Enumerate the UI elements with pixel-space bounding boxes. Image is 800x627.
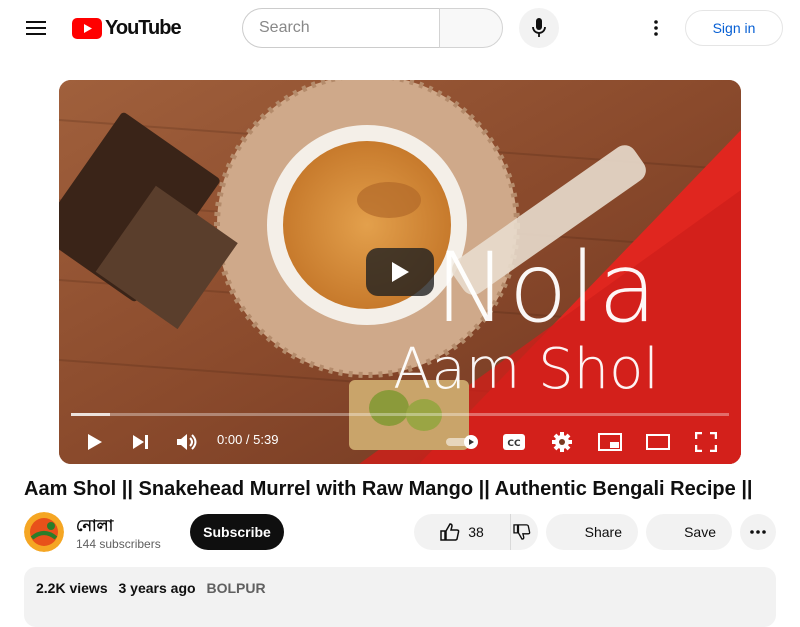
save-button[interactable]: Save <box>646 514 732 550</box>
settings-button[interactable] <box>547 426 577 458</box>
subscribe-button[interactable]: Subscribe <box>190 514 284 550</box>
like-button[interactable]: 38 <box>414 514 510 550</box>
play-pause-button[interactable] <box>81 426 109 458</box>
microphone-icon <box>532 18 546 37</box>
logo-wordmark: YouTube <box>105 16 182 39</box>
progress-bar[interactable] <box>71 413 729 416</box>
view-count: 2.2K views <box>36 580 108 596</box>
autoplay-icon <box>446 435 478 449</box>
progress-played <box>71 413 111 416</box>
fullscreen-button[interactable] <box>691 426 721 458</box>
hamburger-line <box>26 33 46 35</box>
subscribe-label: Subscribe <box>203 524 271 540</box>
current-time: 0:00 <box>217 432 243 447</box>
theater-mode-icon <box>646 434 670 450</box>
next-button[interactable] <box>127 426 155 458</box>
mute-button[interactable] <box>173 426 201 458</box>
youtube-logo[interactable]: YouTube <box>72 16 182 40</box>
play-icon <box>88 434 102 450</box>
subscriber-count: 144 subscribers <box>76 537 161 551</box>
share-label: Share <box>584 524 622 540</box>
more-vertical-icon <box>654 20 658 36</box>
play-icon <box>392 262 409 282</box>
dislike-button[interactable] <box>510 514 538 550</box>
thumbs-down-icon <box>513 524 531 540</box>
masthead: YouTube Search Sign in <box>0 0 800 56</box>
fullscreen-icon <box>695 432 717 452</box>
channel-avatar[interactable] <box>24 512 64 552</box>
closed-captions-icon: CC <box>503 434 525 450</box>
video-overlay-title: Nola <box>434 232 659 344</box>
like-count: 38 <box>468 524 484 540</box>
theater-mode-button[interactable] <box>643 426 673 458</box>
more-horizontal-icon <box>750 530 766 534</box>
location-tag[interactable]: BOLPUR <box>206 580 265 596</box>
miniplayer-button[interactable] <box>595 426 625 458</box>
player-controls: 0:00 / 5:39 CC <box>59 420 741 464</box>
video-overlay-subtitle: Aam Shol <box>393 337 659 402</box>
save-label: Save <box>684 524 716 540</box>
time-separator: / <box>242 432 254 447</box>
menu-button[interactable] <box>20 14 52 42</box>
sign-in-label: Sign in <box>712 20 756 36</box>
description-box[interactable]: 2.2K views 3 years ago BOLPUR <box>24 567 776 627</box>
youtube-play-icon <box>72 17 102 39</box>
settings-more-button[interactable] <box>642 14 670 42</box>
svg-text:CC: CC <box>507 439 521 449</box>
search-placeholder: Search <box>259 19 310 36</box>
search-input[interactable]: Search <box>242 8 440 48</box>
large-play-button[interactable] <box>366 248 434 296</box>
hamburger-line <box>26 21 46 23</box>
voice-search-button[interactable] <box>519 8 559 48</box>
sign-in-button[interactable]: Sign in <box>685 10 783 46</box>
duration: 5:39 <box>253 432 279 447</box>
subtitles-button[interactable]: CC <box>499 426 529 458</box>
gear-icon <box>552 432 572 452</box>
hamburger-line <box>26 27 46 29</box>
volume-icon <box>177 434 197 450</box>
search-button[interactable] <box>439 8 503 48</box>
time-display: 0:00 / 5:39 <box>217 432 278 447</box>
more-actions-button[interactable] <box>740 514 776 550</box>
miniplayer-icon <box>598 433 622 451</box>
thumbs-up-icon <box>440 523 460 541</box>
video-player[interactable]: Nola Aam Shol 0:00 / 5:39 CC <box>59 80 741 464</box>
autoplay-toggle[interactable] <box>443 426 483 458</box>
share-button[interactable]: Share <box>546 514 638 550</box>
skip-next-icon <box>133 435 148 449</box>
video-title: Aam Shol || Snakehead Murrel with Raw Ma… <box>24 478 753 500</box>
description-meta: 2.2K views 3 years ago BOLPUR <box>36 580 273 596</box>
channel-logo-icon <box>24 512 64 552</box>
channel-name[interactable]: নোলা <box>76 513 113 540</box>
upload-age: 3 years ago <box>118 580 196 596</box>
